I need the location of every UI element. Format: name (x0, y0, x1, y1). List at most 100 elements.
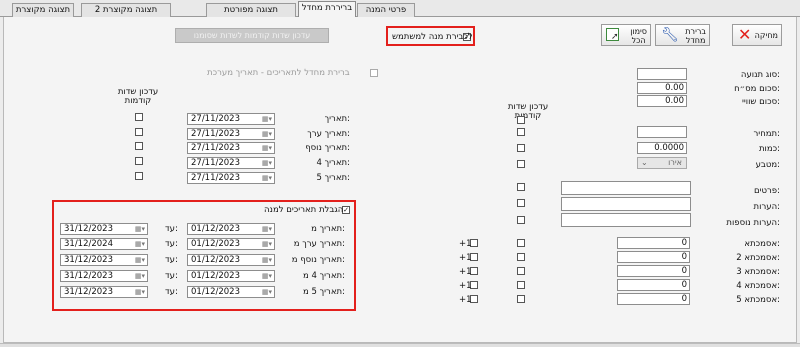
update-movement-type-checkbox[interactable] (517, 116, 525, 124)
reference-1-input[interactable]: 0 (617, 237, 690, 249)
tab-label: פרטי המנה (365, 5, 407, 15)
close-icon: ✕ (738, 25, 752, 44)
column-header-update-previous: עדכון שדות קודמות (117, 87, 159, 106)
update-quantity-checkbox[interactable] (517, 144, 525, 152)
wrench-icon: 🔧︎ (661, 27, 679, 43)
tab-label: בריררת מחדל (301, 3, 353, 13)
remarks-input[interactable] (561, 197, 691, 211)
limit-date-4-to-input[interactable]: 31/12/2023 ▦▾ (60, 270, 148, 282)
price-input[interactable] (637, 126, 687, 138)
update-reference-1-checkbox[interactable] (517, 239, 525, 247)
reference-5-input[interactable]: 0 (617, 293, 690, 305)
limit-date-from-input[interactable]: 01/12/2023 ▦▾ (187, 223, 275, 235)
date-limits-title: הגבלת תאריכים למנה (264, 205, 344, 215)
limit-date-5-from-label: תאריך 5 מ: (302, 287, 345, 297)
calendar-dropdown-icon[interactable]: ▦▾ (262, 115, 272, 124)
update-previous-fields-button[interactable]: עדכון שדות קודמות לשדות שסומנו (175, 28, 329, 43)
extra-remarks-input[interactable] (561, 213, 691, 227)
currency-select[interactable]: ⌄ אירו (637, 157, 687, 169)
details-input[interactable] (561, 181, 691, 195)
update-value-date-checkbox[interactable] (135, 128, 143, 136)
tab-detailed-view[interactable]: תצוגה מפורטת (206, 3, 296, 17)
calendar-dropdown-icon[interactable]: ▦▾ (262, 240, 272, 249)
limit-value-date-from-label: תאריך ערך מ: (293, 239, 345, 249)
calendar-dropdown-icon[interactable]: ▦▾ (262, 144, 272, 153)
date-value: 27/11/2023 (191, 158, 240, 168)
date-4-input[interactable]: 27/11/2023 ▦▾ (187, 157, 275, 169)
tab-bar: תצוגה מקוצרת תצוגה מקוצרת 2 תצוגה מפורטת… (0, 0, 800, 18)
limit-date-4-from-input[interactable]: 01/12/2023 ▦▾ (187, 270, 275, 282)
currency-value: אירו (668, 158, 682, 167)
update-reference-4-checkbox[interactable] (517, 281, 525, 289)
quantity-input[interactable]: 0.0000 (637, 142, 687, 154)
limit-extra-date-from-input[interactable]: 01/12/2023 ▦▾ (187, 254, 275, 266)
total-net-input[interactable]: 0.00 (637, 95, 687, 107)
date-value: 27/11/2023 (191, 143, 240, 153)
remarks-label: הערות: (753, 202, 780, 212)
tab-batch-details[interactable]: פרטי המנה (357, 3, 415, 17)
tab-defaults[interactable]: בריררת מחדל (298, 1, 356, 18)
calendar-dropdown-icon[interactable]: ▦▾ (262, 256, 272, 265)
date-value: 27/11/2023 (191, 114, 240, 124)
date-value: 31/12/2023 (64, 224, 113, 234)
date-5-input[interactable]: 27/11/2023 ▦▾ (187, 172, 275, 184)
tab-short-view[interactable]: תצוגה מקוצרת (12, 3, 74, 17)
reference-3-input[interactable]: 0 (617, 265, 690, 277)
reference-2-input[interactable]: 0 (617, 251, 690, 263)
extra-date-label: תאריך נוסף: (305, 143, 350, 153)
limit-to-label: עד: (165, 255, 178, 265)
calendar-dropdown-icon[interactable]: ▦▾ (135, 256, 145, 265)
value-date-input[interactable]: 27/11/2023 ▦▾ (187, 128, 275, 140)
default-label: ברירת מחדל (685, 27, 706, 45)
update-price-checkbox[interactable] (517, 128, 525, 136)
update-extra-date-checkbox[interactable] (135, 142, 143, 150)
update-reference-3-checkbox[interactable] (517, 267, 525, 275)
increment-label: +1 (459, 253, 472, 263)
extra-remarks-label: הערות נוספות: (726, 218, 780, 228)
select-all-button[interactable]: ➚ סימון הכל (601, 24, 651, 46)
calendar-dropdown-icon[interactable]: ▦▾ (135, 240, 145, 249)
limit-date-5-from-input[interactable]: 01/12/2023 ▦▾ (187, 286, 275, 298)
update-date-4-checkbox[interactable] (135, 157, 143, 165)
reference-4-input[interactable]: 0 (617, 279, 690, 291)
calendar-dropdown-icon[interactable]: ▦▾ (262, 288, 272, 297)
default-dates-checkbox[interactable] (370, 69, 378, 77)
calendar-dropdown-icon[interactable]: ▦▾ (262, 174, 272, 183)
total-before-vat-input[interactable]: 0.00 (637, 82, 687, 94)
update-extra-remarks-checkbox[interactable] (517, 216, 525, 224)
limit-value-date-from-input[interactable]: 01/12/2023 ▦▾ (187, 238, 275, 250)
update-date-5-checkbox[interactable] (135, 172, 143, 180)
extra-date-input[interactable]: 27/11/2023 ▦▾ (187, 142, 275, 154)
date-value: 01/12/2023 (191, 271, 240, 281)
limit-value-date-to-input[interactable]: 31/12/2024 ▦▾ (60, 238, 148, 250)
update-details-checkbox[interactable] (517, 183, 525, 191)
update-reference-2-checkbox[interactable] (517, 253, 525, 261)
tab-label: תצוגה מפורטת (224, 5, 278, 15)
limit-date-5-to-input[interactable]: 31/12/2023 ▦▾ (60, 286, 148, 298)
total-net-label: סכום שוויי: (742, 97, 780, 107)
calendar-dropdown-icon[interactable]: ▦▾ (262, 159, 272, 168)
calendar-dropdown-icon[interactable]: ▦▾ (262, 272, 272, 281)
tab-short-view-2[interactable]: תצוגה מקוצרת 2 (81, 3, 171, 17)
select-all-label: סימון הכל (630, 27, 647, 45)
reference-5-label: אסמכתא 5: (736, 295, 780, 305)
update-reference-5-checkbox[interactable] (517, 295, 525, 303)
update-currency-checkbox[interactable] (517, 160, 525, 168)
calendar-dropdown-icon[interactable]: ▦▾ (135, 288, 145, 297)
user-default-label: לכבירת מנה למשתמש (392, 32, 473, 42)
limit-extra-date-to-input[interactable]: 31/12/2023 ▦▾ (60, 254, 148, 266)
price-label: תמחיר: (753, 129, 781, 139)
date-value: 01/12/2023 (191, 239, 240, 249)
limit-date-from-label: תאריך מ: (311, 224, 345, 234)
calendar-dropdown-icon[interactable]: ▦▾ (135, 225, 145, 234)
limit-date-to-input[interactable]: 31/12/2023 ▦▾ (60, 223, 148, 235)
date-input[interactable]: 27/11/2023 ▦▾ (187, 113, 275, 125)
calendar-dropdown-icon[interactable]: ▦▾ (135, 272, 145, 281)
calendar-dropdown-icon[interactable]: ▦▾ (262, 225, 272, 234)
calendar-dropdown-icon[interactable]: ▦▾ (262, 130, 272, 139)
movement-type-input[interactable] (637, 68, 687, 80)
restore-default-button[interactable]: 🔧︎ ברירת מחדל (655, 24, 710, 46)
update-remarks-checkbox[interactable] (517, 199, 525, 207)
delete-button[interactable]: ✕ מחיקה (732, 24, 782, 46)
update-date-checkbox[interactable] (135, 113, 143, 121)
